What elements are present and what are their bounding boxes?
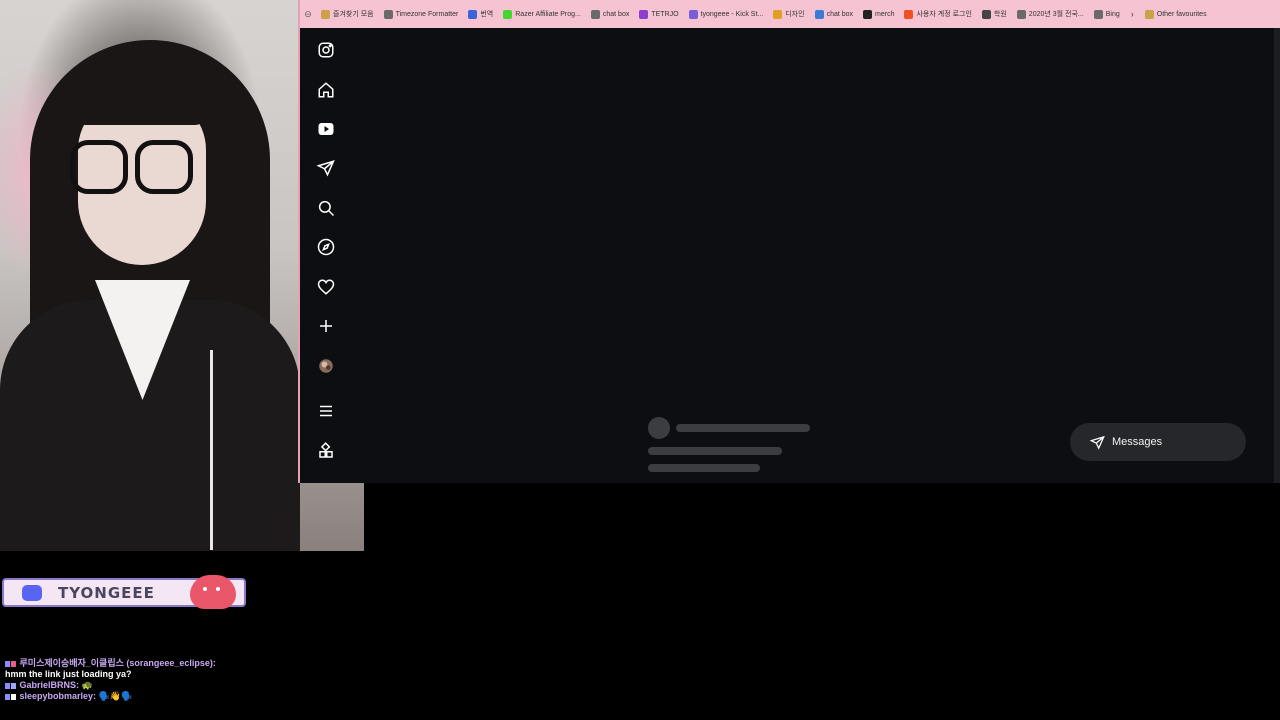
chat-text: 🗣️👋🗣️: [98, 691, 133, 701]
browser-window: ⊝ 즐겨찾기 모음 Timezone Formatter 번역 Razer Affil…: [298, 0, 1280, 483]
bookmark-item[interactable]: 즐겨찾기 모음: [316, 9, 379, 19]
search-icon[interactable]: [315, 197, 337, 219]
bookmark-item[interactable]: tyongeee - Kick St...: [684, 9, 769, 19]
folder-icon: [1144, 9, 1154, 19]
chat-overlay: 루미스제이승배자_이클립스 (sorangeee_eclipse): hmm t…: [5, 658, 305, 702]
razer-icon: [503, 9, 513, 19]
bookmark-label: 즐겨찾기 모음: [333, 11, 374, 18]
feed-content: Messages: [350, 28, 1280, 483]
bookmark-label: TETRJO: [651, 10, 679, 18]
bookmark-item[interactable]: Timezone Formatter: [379, 9, 464, 19]
bookmark-label: chat box: [602, 10, 630, 18]
chat-username: 루미스제이승배자_이클립스 (sorangeee_eclipse):: [19, 658, 216, 668]
bookmark-item[interactable]: chat box: [586, 9, 634, 19]
bookmark-item[interactable]: chat box: [810, 9, 858, 19]
mascot-icon: [190, 575, 236, 609]
bookmarks-menu-icon[interactable]: ⊝: [300, 9, 316, 20]
kick-icon: [688, 9, 698, 19]
chevron-right-icon[interactable]: ›: [1125, 9, 1140, 19]
bookmarks-list: 즐겨찾기 모음 Timezone Formatter 번역 Razer Affilia…: [316, 9, 1125, 19]
drive-icon: [773, 9, 783, 19]
menu-icon[interactable]: [315, 400, 337, 422]
bookmark-label: 번역: [480, 11, 494, 18]
chat-message: GabrielBRNS: 🐢: [5, 680, 305, 691]
globe-icon: [1016, 9, 1026, 19]
messages-label: Messages: [1112, 436, 1163, 448]
other-favourites-label: Other favourites: [1156, 10, 1207, 18]
explore-icon[interactable]: [315, 236, 337, 258]
chat-username: GabrielBRNS:: [19, 680, 80, 690]
bookmark-label: 디자인: [785, 11, 805, 18]
bookmark-item[interactable]: 2020년 3월 전국...: [1012, 9, 1089, 19]
skeleton-avatar: [648, 417, 670, 439]
bookmark-label: 학원: [993, 11, 1007, 18]
webcam-cable: [210, 350, 213, 550]
translate-icon: [468, 9, 478, 19]
chat-text: hmm the link just loading ya?: [5, 669, 132, 679]
instagram-icon[interactable]: [315, 39, 337, 61]
fw-icon: [863, 9, 873, 19]
skeleton-line: [648, 464, 760, 472]
globe-icon: [383, 9, 393, 19]
reels-icon[interactable]: [315, 118, 337, 140]
discord-username: TYONGEEE: [58, 583, 155, 602]
bookmark-label: merch: [875, 10, 895, 18]
bookmark-label: Razer Affiliate Prog...: [515, 10, 581, 18]
other-favourites[interactable]: Other favourites: [1140, 9, 1212, 19]
bookmark-item[interactable]: 번역: [463, 9, 498, 19]
microsoft-icon: [904, 9, 914, 19]
globe-icon: [1093, 9, 1103, 19]
messages-button[interactable]: Messages: [1070, 423, 1246, 461]
bookmark-label: Timezone Formatter: [395, 10, 459, 18]
discord-icon: [22, 584, 42, 601]
bookmark-label: chat box: [826, 10, 854, 18]
bookmark-item[interactable]: 학원: [977, 9, 1012, 19]
send-icon[interactable]: [315, 157, 337, 179]
bookmark-label: 2020년 3월 전국...: [1028, 11, 1084, 18]
bookmarks-bar: ⊝ 즐겨찾기 모음 Timezone Formatter 번역 Razer Affil…: [300, 0, 1280, 28]
chat-message: 루미스제이승배자_이클립스 (sorangeee_eclipse): hmm t…: [5, 658, 305, 680]
scrollbar[interactable]: [1274, 28, 1280, 483]
bookmark-item[interactable]: TETRJO: [634, 9, 683, 19]
webcam-glasses-left: [70, 140, 128, 194]
bookmark-label: Bing: [1105, 10, 1120, 18]
globe-icon: [814, 9, 824, 19]
bookmark-label: tyongeee - Kick St...: [700, 10, 764, 18]
bookmark-item[interactable]: Razer Affiliate Prog...: [498, 9, 586, 19]
instagram-sidebar: [300, 28, 350, 483]
chat-username: sleepybobmarley:: [19, 691, 97, 701]
bookmark-label: 사용자 계정 로그인: [916, 11, 972, 18]
tetrio-icon: [639, 9, 649, 19]
home-icon[interactable]: [315, 79, 337, 101]
folder-icon: [321, 9, 330, 19]
bookmark-item[interactable]: 사용자 계정 로그인: [899, 9, 976, 19]
chat-message: sleepybobmarley: 🗣️👋🗣️: [5, 691, 305, 702]
send-icon: [1090, 435, 1105, 450]
bookmark-item[interactable]: Bing: [1089, 9, 1125, 19]
skeleton-line: [676, 424, 810, 432]
globe-icon: [590, 9, 600, 19]
profile-avatar[interactable]: [315, 355, 337, 377]
skeleton-line: [648, 447, 782, 455]
bookmark-item[interactable]: merch: [858, 9, 899, 19]
create-icon[interactable]: [315, 315, 337, 337]
webcam-fringe: [70, 55, 210, 125]
webcam-glasses-right: [135, 140, 193, 194]
bookmark-item[interactable]: 디자인: [768, 9, 809, 19]
heart-icon[interactable]: [315, 276, 337, 298]
apps-icon[interactable]: [315, 440, 337, 462]
chat-text: 🐢: [81, 680, 93, 690]
star-icon: [981, 9, 991, 19]
